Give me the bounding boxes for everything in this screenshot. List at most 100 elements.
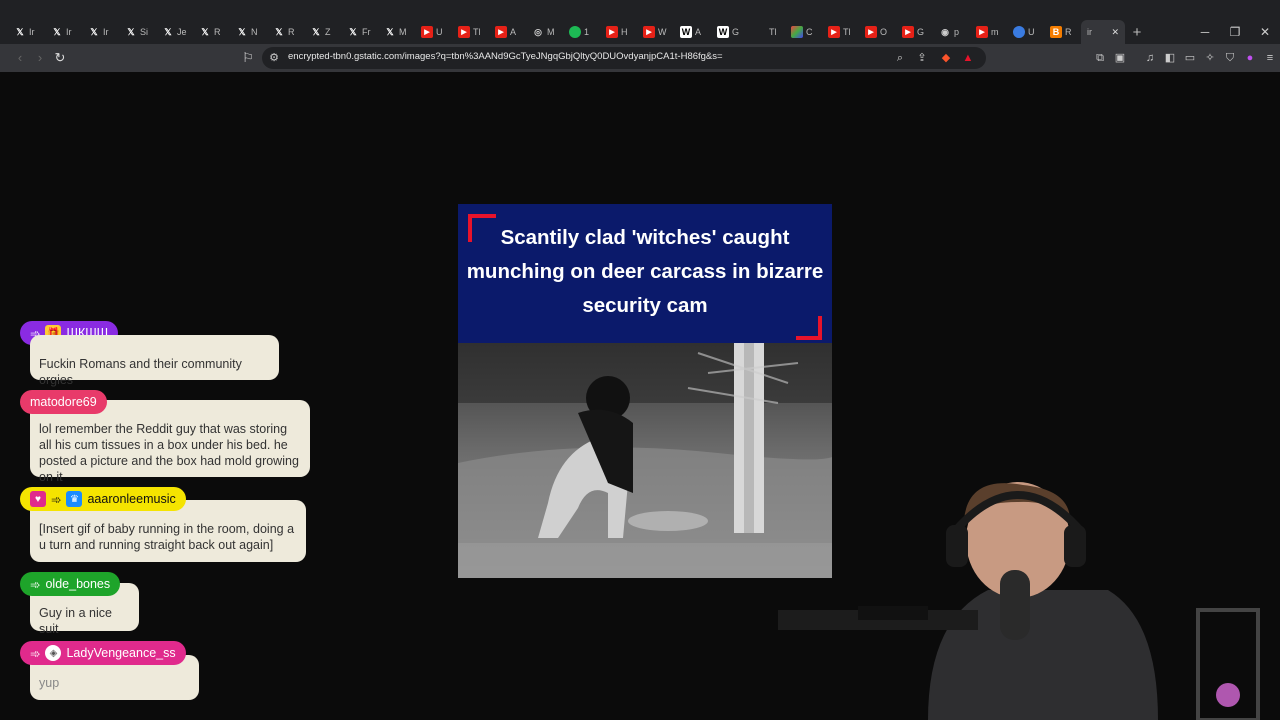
chat-username-chip: ➾ olde_bones <box>20 572 121 596</box>
wikipedia-icon: W <box>680 26 692 38</box>
tab-19[interactable]: WA <box>674 20 711 44</box>
vpn-icon[interactable]: ⛉ <box>1222 50 1238 66</box>
x-icon: 𝕏 <box>16 26 24 37</box>
zoom-icon[interactable]: ⌕ <box>892 50 908 66</box>
chat-username: olde_bones <box>45 577 111 591</box>
tab-29[interactable]: BR <box>1044 20 1081 44</box>
crown-badge-icon: ♛ <box>66 491 83 507</box>
reload-icon[interactable]: ↻ <box>52 50 68 66</box>
tab-9[interactable]: 𝕏Z <box>304 20 341 44</box>
chrome-icon: ◉ <box>941 26 949 37</box>
x-icon: 𝕏 <box>312 26 320 37</box>
chat-username-chip: matodore69 <box>20 390 107 414</box>
media-icon[interactable]: ♫ <box>1142 50 1158 66</box>
tab-22[interactable]: C <box>785 20 822 44</box>
wallet-icon[interactable]: ▭ <box>1182 50 1198 66</box>
x-icon: 𝕏 <box>90 26 98 37</box>
globe-blue-icon <box>1013 26 1025 38</box>
tab-18[interactable]: ▶ W <box>637 20 674 44</box>
tab-26[interactable]: ◉ p <box>933 20 970 44</box>
tab-label: M <box>399 27 407 37</box>
tab-5[interactable]: 𝕏 Je <box>156 20 193 44</box>
tab-2[interactable]: 𝕏 Ir <box>45 20 82 44</box>
arrow-icon: ➾ <box>30 577 41 592</box>
tab-17[interactable]: ▶ H <box>600 20 637 44</box>
tab-label: H <box>621 27 628 37</box>
forward-icon[interactable]: › <box>32 50 48 66</box>
tab-label: U <box>436 27 443 37</box>
brave-shield-icon[interactable]: ◆ <box>938 50 954 66</box>
tab-label: R <box>1065 27 1072 37</box>
tab-28[interactable]: U <box>1007 20 1044 44</box>
tab-12[interactable]: ▶ U <box>415 20 452 44</box>
chat-username: aaaronleemusic <box>87 492 176 506</box>
spotify-icon <box>569 26 581 38</box>
share-icon[interactable]: ⇪ <box>914 50 930 66</box>
window-controls: ─ ❐ ✕ <box>1190 20 1280 44</box>
leo-icon[interactable]: ✧ <box>1202 50 1218 66</box>
extensions-icon[interactable]: ⧉ <box>1092 50 1108 66</box>
chat-username: matodore69 <box>30 395 97 409</box>
security-cam-photo <box>458 343 832 578</box>
restore-button[interactable]: ❐ <box>1220 20 1250 44</box>
tab-11[interactable]: 𝕏M <box>378 20 415 44</box>
profile-icon[interactable]: ● <box>1242 50 1258 66</box>
tab-25[interactable]: ▶ G <box>896 20 933 44</box>
tab-8[interactable]: 𝕏R <box>267 20 304 44</box>
back-icon[interactable]: ‹ <box>12 50 28 66</box>
tab-1[interactable]: 𝕏 Ir <box>8 20 45 44</box>
tab-label: Ir <box>29 27 35 37</box>
tab-10[interactable]: 𝕏 Fr <box>341 20 378 44</box>
tab-label: Tl <box>473 27 481 37</box>
minimize-button[interactable]: ─ <box>1190 20 1220 44</box>
menu-icon[interactable]: ≡ <box>1262 50 1278 66</box>
brave-rewards-icon[interactable]: ▲ <box>960 50 976 66</box>
url-text[interactable]: encrypted-tbn0.gstatic.com/images?q=tbn%… <box>288 51 723 62</box>
tab-4[interactable]: 𝕏 Si <box>119 20 156 44</box>
tab-label: C <box>806 27 813 37</box>
blogger-icon: B <box>1050 26 1062 38</box>
screenshot-icon[interactable]: ▣ <box>1112 50 1128 66</box>
tab-14[interactable]: ▶ A <box>489 20 526 44</box>
tab-label: M <box>547 27 555 37</box>
tab-21[interactable]: Tl <box>748 20 785 44</box>
tab-label: N <box>251 27 258 37</box>
tab-label: W <box>658 27 667 37</box>
tab-label: ir <box>1087 27 1092 37</box>
new-tab-button[interactable]: + <box>1125 24 1149 41</box>
tab-13[interactable]: ▶ Tl <box>452 20 489 44</box>
tab-24[interactable]: ▶ O <box>859 20 896 44</box>
tab-active[interactable]: ir ✕ <box>1081 20 1125 44</box>
tab-16[interactable]: 1 <box>563 20 600 44</box>
tab-3[interactable]: 𝕏 Ir <box>82 20 119 44</box>
tab-6[interactable]: 𝕏R <box>193 20 230 44</box>
tab-15[interactable]: ◎ M <box>526 20 563 44</box>
youtube-icon: ▶ <box>828 26 840 38</box>
news-image: Scantily clad 'witches' caught munching … <box>458 204 832 578</box>
bookmark-icon[interactable]: ⚐ <box>240 50 256 66</box>
site-info-icon[interactable]: ⚙ <box>266 50 282 66</box>
tab-label: m <box>991 27 999 37</box>
browser-toolbar: ‹ › ↻ ⚐ ⚙ encrypted-tbn0.gstatic.com/ima… <box>0 44 1280 72</box>
tab-23[interactable]: ▶ Tl <box>822 20 859 44</box>
sidebar-icon[interactable]: ◧ <box>1162 50 1178 66</box>
tab-label: Je <box>177 27 187 37</box>
youtube-icon: ▶ <box>902 26 914 38</box>
tab-20[interactable]: WG <box>711 20 748 44</box>
blank-icon <box>754 26 766 38</box>
youtube-icon: ▶ <box>606 26 618 38</box>
tab-label: 1 <box>584 27 590 37</box>
x-icon: 𝕏 <box>386 26 394 37</box>
tab-label: G <box>917 27 925 37</box>
youtube-icon: ▶ <box>865 26 877 38</box>
tab-label: Tl <box>843 27 851 37</box>
tab-label: Z <box>325 27 331 37</box>
close-window-button[interactable]: ✕ <box>1250 20 1280 44</box>
close-tab-icon[interactable]: ✕ <box>1111 27 1119 38</box>
headline-panel: Scantily clad 'witches' caught munching … <box>458 204 832 343</box>
address-bar[interactable]: ⚙ encrypted-tbn0.gstatic.com/images?q=tb… <box>262 47 986 69</box>
tab-label: G <box>732 27 740 37</box>
tab-27[interactable]: ▶ m <box>970 20 1007 44</box>
tab-7[interactable]: 𝕏N <box>230 20 267 44</box>
tab-label: Ir <box>66 27 72 37</box>
